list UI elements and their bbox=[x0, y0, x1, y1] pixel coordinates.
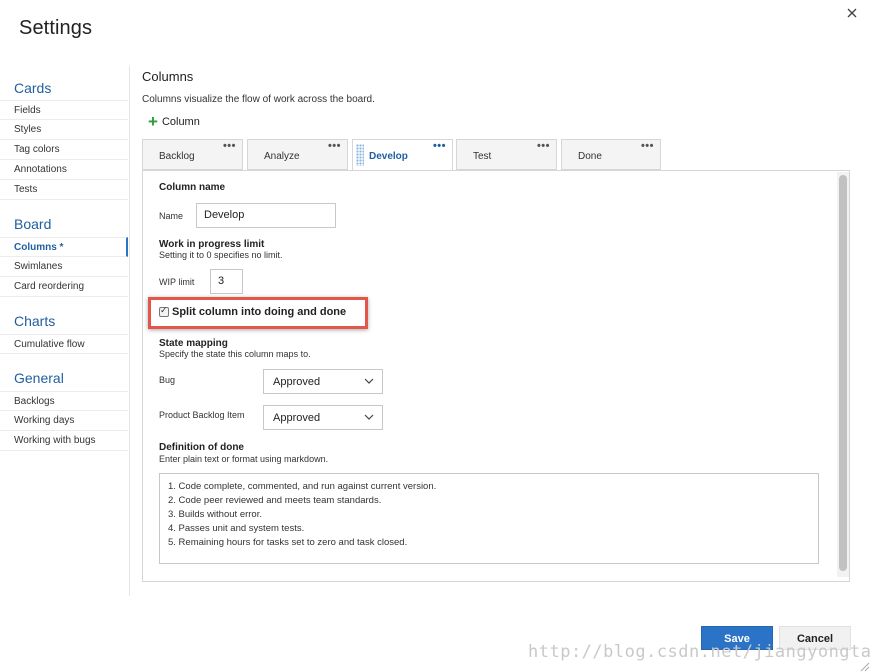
tab-analyze[interactable]: Analyze ••• bbox=[247, 139, 348, 170]
pbi-state-select[interactable]: Approved bbox=[263, 405, 383, 430]
tab-test[interactable]: Test ••• bbox=[456, 139, 557, 170]
name-label: Name bbox=[159, 211, 184, 221]
column-name-input[interactable]: Develop bbox=[196, 203, 336, 228]
wip-limit-input[interactable]: 3 bbox=[210, 269, 243, 294]
sidebar-item-working-days[interactable]: Working days bbox=[0, 411, 128, 431]
bug-label: Bug bbox=[159, 375, 176, 385]
column-name-heading: Column name bbox=[159, 182, 226, 193]
state-mapping-heading: State mapping bbox=[159, 338, 228, 349]
sidebar-heading-board: Board bbox=[14, 216, 52, 232]
sidebar-item-cumulative-flow[interactable]: Cumulative flow bbox=[0, 334, 128, 354]
dialog-title: Settings bbox=[19, 17, 93, 39]
tab-done[interactable]: Done ••• bbox=[561, 139, 661, 170]
sidebar-heading-cards: Cards bbox=[14, 80, 52, 96]
sidebar-heading-general: General bbox=[14, 370, 64, 386]
more-options-icon[interactable]: ••• bbox=[328, 140, 341, 152]
sidebar-item-fields[interactable]: Fields bbox=[0, 100, 128, 120]
definition-of-done-description: Enter plain text or format using markdow… bbox=[159, 454, 329, 464]
checkmark-icon: ✓ bbox=[160, 305, 168, 315]
dod-line: 3. Builds without error. bbox=[168, 509, 262, 520]
resize-grip-icon[interactable] bbox=[858, 660, 870, 672]
more-options-icon[interactable]: ••• bbox=[223, 140, 236, 152]
tab-backlog[interactable]: Backlog ••• bbox=[142, 139, 243, 170]
product-backlog-item-label: Product Backlog Item bbox=[159, 410, 245, 420]
chevron-down-icon bbox=[364, 378, 374, 384]
more-options-icon[interactable]: ••• bbox=[433, 140, 446, 152]
sidebar-item-styles[interactable]: Styles bbox=[0, 120, 128, 140]
settings-sidebar: Cards Fields Styles Tag colors Annotatio… bbox=[0, 66, 130, 596]
page-title: Columns bbox=[142, 69, 194, 84]
pbi-state-value: Approved bbox=[273, 412, 321, 424]
sidebar-item-swimlanes[interactable]: Swimlanes bbox=[0, 257, 128, 277]
sidebar-item-annotations[interactable]: Annotations bbox=[0, 160, 128, 180]
definition-of-done-textarea[interactable]: 1. Code complete, commented, and run aga… bbox=[159, 473, 819, 564]
tab-develop[interactable]: Develop ••• bbox=[352, 139, 453, 171]
watermark-text: http://blog.csdn.net/jiangyongtao bbox=[528, 642, 870, 662]
sidebar-item-working-with-bugs[interactable]: Working with bugs bbox=[0, 431, 128, 451]
add-column-button[interactable]: + Column bbox=[148, 113, 200, 131]
plus-icon: + bbox=[148, 112, 158, 131]
sidebar-item-columns[interactable]: Columns * bbox=[0, 237, 128, 257]
panel-scrollbar[interactable] bbox=[837, 172, 849, 577]
tab-label: Develop bbox=[369, 151, 408, 162]
dod-line: 5. Remaining hours for tasks set to zero… bbox=[168, 537, 408, 548]
bug-state-value: Approved bbox=[273, 376, 321, 388]
bug-state-select[interactable]: Approved bbox=[263, 369, 383, 394]
sidebar-item-card-reordering[interactable]: Card reordering bbox=[0, 277, 128, 297]
sidebar-item-backlogs[interactable]: Backlogs bbox=[0, 391, 128, 411]
page-description: Columns visualize the flow of work acros… bbox=[142, 94, 375, 105]
tab-label: Done bbox=[578, 151, 602, 162]
state-mapping-description: Specify the state this column maps to. bbox=[159, 349, 311, 359]
split-column-label[interactable]: Split column into doing and done bbox=[172, 306, 346, 318]
wip-limit-label: WIP limit bbox=[159, 277, 195, 287]
more-options-icon[interactable]: ••• bbox=[537, 140, 550, 152]
tab-label: Test bbox=[473, 151, 492, 162]
wip-heading: Work in progress limit bbox=[159, 239, 265, 250]
chevron-down-icon bbox=[364, 414, 374, 420]
add-column-label: Column bbox=[161, 116, 200, 128]
definition-of-done-heading: Definition of done bbox=[159, 442, 244, 453]
tab-label: Backlog bbox=[159, 151, 195, 162]
wip-description: Setting it to 0 specifies no limit. bbox=[159, 250, 283, 260]
dod-line: 4. Passes unit and system tests. bbox=[168, 523, 305, 534]
more-options-icon[interactable]: ••• bbox=[641, 140, 654, 152]
sidebar-heading-charts: Charts bbox=[14, 313, 56, 329]
sidebar-item-tag-colors[interactable]: Tag colors bbox=[0, 140, 128, 160]
close-icon[interactable] bbox=[844, 5, 860, 21]
split-column-checkbox[interactable]: ✓ bbox=[159, 305, 169, 317]
tab-label: Analyze bbox=[264, 151, 300, 162]
dod-line: 1. Code complete, commented, and run aga… bbox=[168, 481, 437, 492]
drag-handle-icon[interactable] bbox=[356, 144, 364, 166]
dod-line: 2. Code peer reviewed and meets team sta… bbox=[168, 495, 382, 506]
scrollbar-thumb[interactable] bbox=[839, 175, 847, 571]
sidebar-item-tests[interactable]: Tests bbox=[0, 180, 128, 200]
